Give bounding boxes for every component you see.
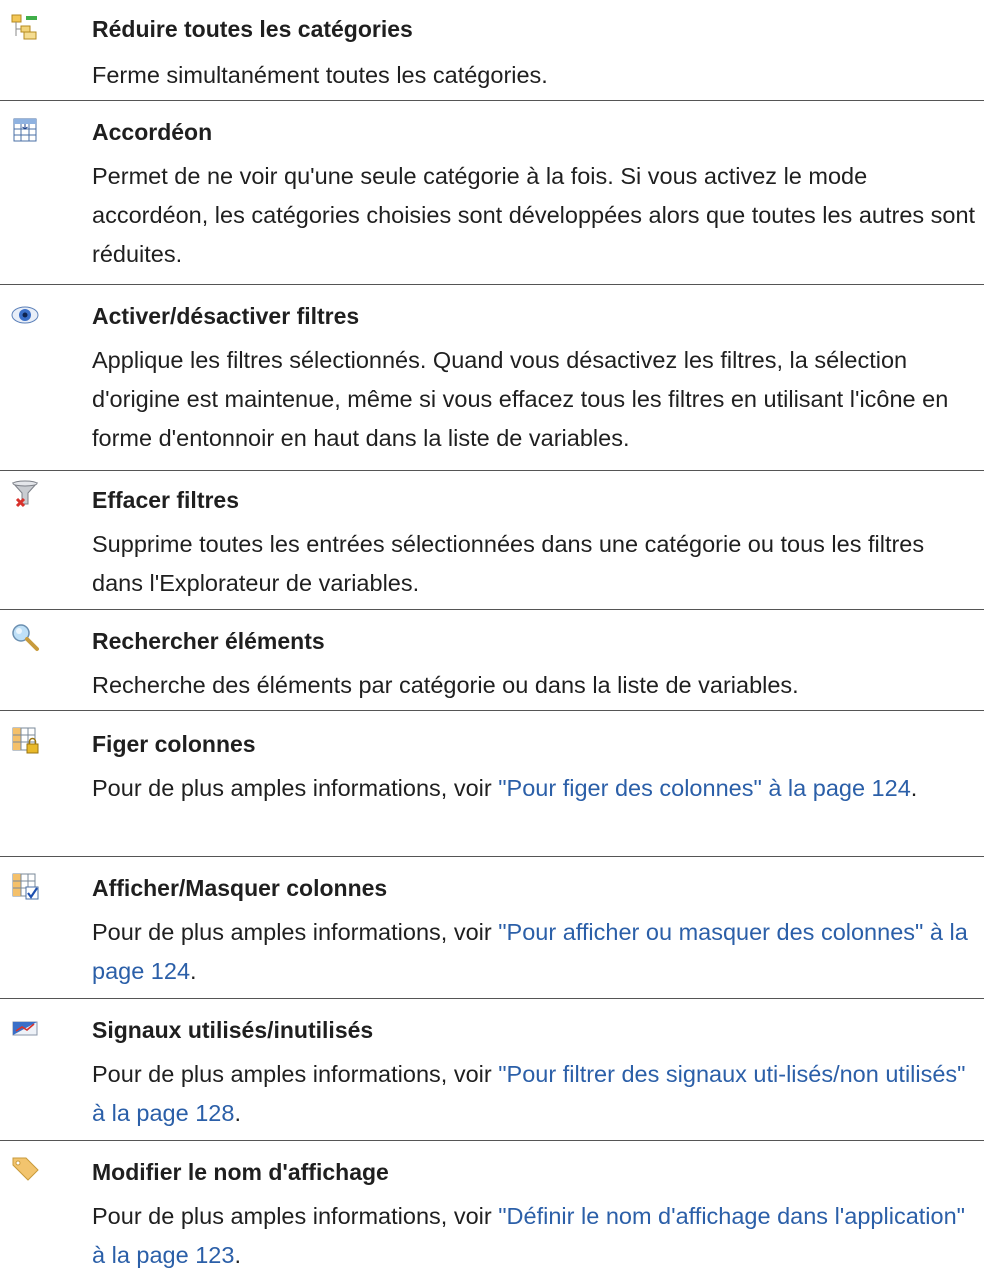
signals-used-unused-icon xyxy=(10,1013,40,1043)
desc-suffix: . xyxy=(234,1100,241,1126)
list-item-accordion: Accordéon Permet de ne voir qu'une seule… xyxy=(0,101,984,285)
list-item-search-items: Rechercher éléments Recherche des élémen… xyxy=(0,610,984,711)
item-title: Réduire toutes les catégories xyxy=(92,16,413,42)
item-title: Figer colonnes xyxy=(92,731,256,757)
item-description: Supprime toutes les entrées sélectionnée… xyxy=(92,531,925,596)
desc-suffix: . xyxy=(190,958,197,984)
cross-reference-link[interactable]: "Pour figer des colonnes" à la page 124 xyxy=(498,775,911,801)
item-description: Pour de plus amples informations, voir "… xyxy=(92,769,980,808)
list-item-toggle-filters: Activer/désactiver filtres Applique les … xyxy=(0,285,984,471)
item-description: Permet de ne voir qu'une seule catégorie… xyxy=(92,163,976,267)
item-description: Recherche des éléments par catégorie ou … xyxy=(92,672,799,698)
item-description: Pour de plus amples informations, voir "… xyxy=(92,1055,980,1133)
tag-label-icon xyxy=(10,1153,40,1183)
list-item-used-unused-signals: Signaux utilisés/inutilisés Pour de plus… xyxy=(0,999,984,1141)
item-title: Rechercher éléments xyxy=(92,628,325,654)
desc-suffix: . xyxy=(234,1242,241,1268)
funnel-clear-icon xyxy=(10,479,40,509)
freeze-columns-lock-icon xyxy=(10,725,40,755)
item-title: Modifier le nom d'affichage xyxy=(92,1159,389,1185)
list-item-clear-filters: Effacer filtres Supprime toutes les entr… xyxy=(0,471,984,610)
item-description: Ferme simultanément toutes les catégorie… xyxy=(92,62,548,88)
list-item-show-hide-columns: Afficher/Masquer colonnes Pour de plus a… xyxy=(0,857,984,999)
item-title: Accordéon xyxy=(92,119,213,145)
item-title: Signaux utilisés/inutilisés xyxy=(92,1017,374,1043)
item-description: Pour de plus amples informations, voir "… xyxy=(92,1197,980,1275)
item-title: Activer/désactiver filtres xyxy=(92,303,360,329)
desc-prefix: Pour de plus amples informations, voir xyxy=(92,919,499,945)
magnifier-icon xyxy=(10,622,40,652)
item-description: Applique les filtres sélectionnés. Quand… xyxy=(92,347,949,451)
desc-prefix: Pour de plus amples informations, voir xyxy=(92,1203,499,1229)
desc-prefix: Pour de plus amples informations, voir xyxy=(92,775,499,801)
show-hide-columns-check-icon xyxy=(10,871,40,901)
list-item-edit-display-name: Modifier le nom d'affichage Pour de plus… xyxy=(0,1141,984,1278)
collapse-tree-icon xyxy=(10,12,40,42)
list-item-collapse-all: Réduire toutes les catégories Ferme simu… xyxy=(0,0,984,101)
item-description: Pour de plus amples informations, voir "… xyxy=(92,913,980,991)
desc-prefix: Pour de plus amples informations, voir xyxy=(92,1061,499,1087)
accordion-table-icon xyxy=(10,115,40,145)
item-title: Effacer filtres xyxy=(92,487,240,513)
eye-icon xyxy=(10,300,40,330)
list-item-freeze-columns: Figer colonnes Pour de plus amples infor… xyxy=(0,711,984,857)
item-title: Afficher/Masquer colonnes xyxy=(92,875,388,901)
desc-suffix: . xyxy=(910,775,918,801)
